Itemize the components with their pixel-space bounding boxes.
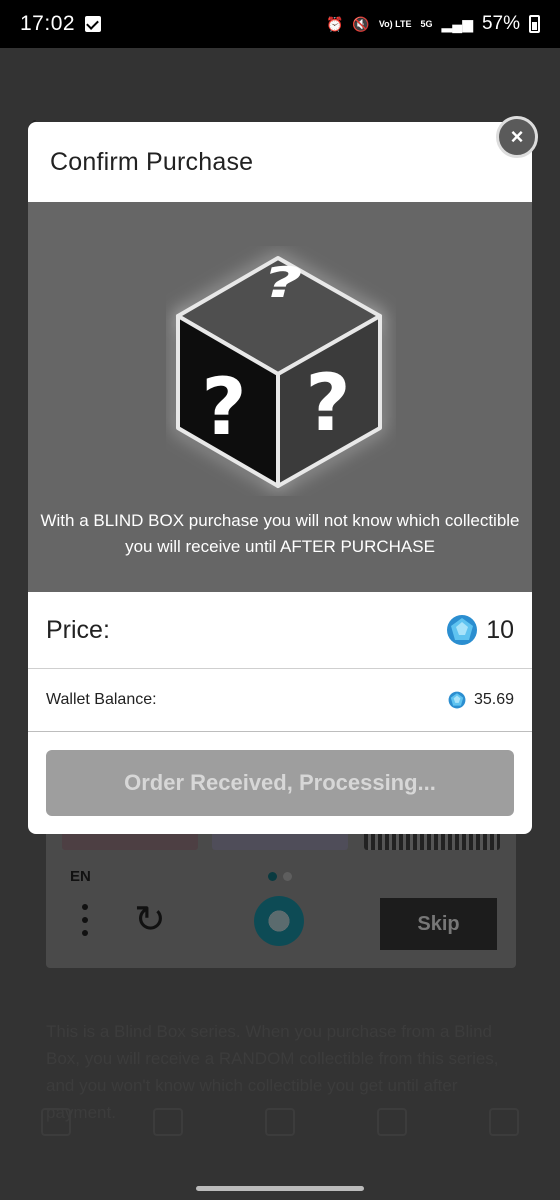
network-type-icon: 5G — [420, 18, 433, 29]
price-amount: 10 — [446, 614, 514, 646]
collectible-thumbnail — [62, 832, 198, 850]
nav-profile-icon — [489, 1108, 519, 1136]
mystery-box-icon: ? ? ? — [166, 246, 396, 496]
nav-box-icon — [265, 1108, 295, 1136]
confirm-purchase-modal: Confirm Purchase ? ? ? With a BLIND BOX … — [28, 122, 532, 834]
nav-item[interactable] — [133, 1108, 203, 1168]
wallet-label: Wallet Balance: — [46, 691, 157, 708]
svg-text:?: ? — [305, 359, 350, 449]
nav-item[interactable] — [21, 1108, 91, 1168]
close-icon[interactable]: × — [496, 116, 538, 158]
reload-icon[interactable]: ↻ — [134, 900, 166, 940]
collectible-thumbnail — [212, 832, 348, 850]
wallet-row: Wallet Balance: 35.69 — [28, 669, 532, 732]
skip-button[interactable]: Skip — [380, 898, 497, 950]
nav-item[interactable] — [469, 1108, 539, 1168]
collectible-thumbnail — [364, 832, 500, 850]
signal-icon: ▂▄▆ — [441, 15, 473, 32]
carousel-dots — [268, 872, 292, 881]
hand-app-icon[interactable] — [254, 896, 304, 946]
modal-title: Confirm Purchase — [50, 147, 254, 176]
battery-percent: 57% — [481, 13, 520, 34]
modal-hero: ? ? ? With a BLIND BOX purchase you will… — [28, 202, 532, 592]
home-indicator[interactable] — [196, 1186, 364, 1191]
nav-market-icon — [377, 1108, 407, 1136]
button-area: Order Received, Processing... — [28, 732, 532, 834]
alarm-icon: ⏰ — [325, 15, 344, 32]
status-bar: 17:02 ⏰ 🔇 Vo) LTE 5G ▂▄▆ 57% — [0, 0, 560, 48]
svg-text:?: ? — [201, 363, 246, 453]
kebab-menu-icon[interactable] — [82, 904, 90, 940]
checkbox-notification-icon — [85, 16, 102, 32]
nav-item[interactable] — [245, 1108, 315, 1168]
blind-box-description: With a BLIND BOX purchase you will not k… — [40, 511, 520, 556]
volte-icon: Vo) LTE — [378, 18, 412, 29]
mute-icon: 🔇 — [352, 15, 370, 32]
carousel-dot-active[interactable] — [268, 872, 277, 881]
price-value: 10 — [486, 615, 514, 644]
status-icons: ⏰ 🔇 Vo) LTE 5G ▂▄▆ 57% — [326, 13, 540, 35]
nav-store-icon — [153, 1108, 183, 1136]
wallet-amount: 35.69 — [448, 691, 514, 709]
status-time: 17:02 — [20, 12, 76, 35]
nav-tag-icon — [41, 1108, 71, 1136]
nav-item[interactable] — [357, 1108, 427, 1168]
price-label: Price: — [46, 615, 110, 644]
bottom-nav — [0, 1108, 560, 1168]
order-processing-button[interactable]: Order Received, Processing... — [46, 750, 514, 816]
wallet-value: 35.69 — [473, 691, 514, 708]
language-label[interactable]: EN — [70, 868, 91, 885]
blue-gem-icon — [447, 615, 478, 645]
carousel-dot[interactable] — [283, 872, 292, 881]
price-row: Price: 10 — [28, 592, 532, 669]
blue-gem-icon — [448, 691, 466, 709]
battery-icon — [529, 15, 540, 33]
